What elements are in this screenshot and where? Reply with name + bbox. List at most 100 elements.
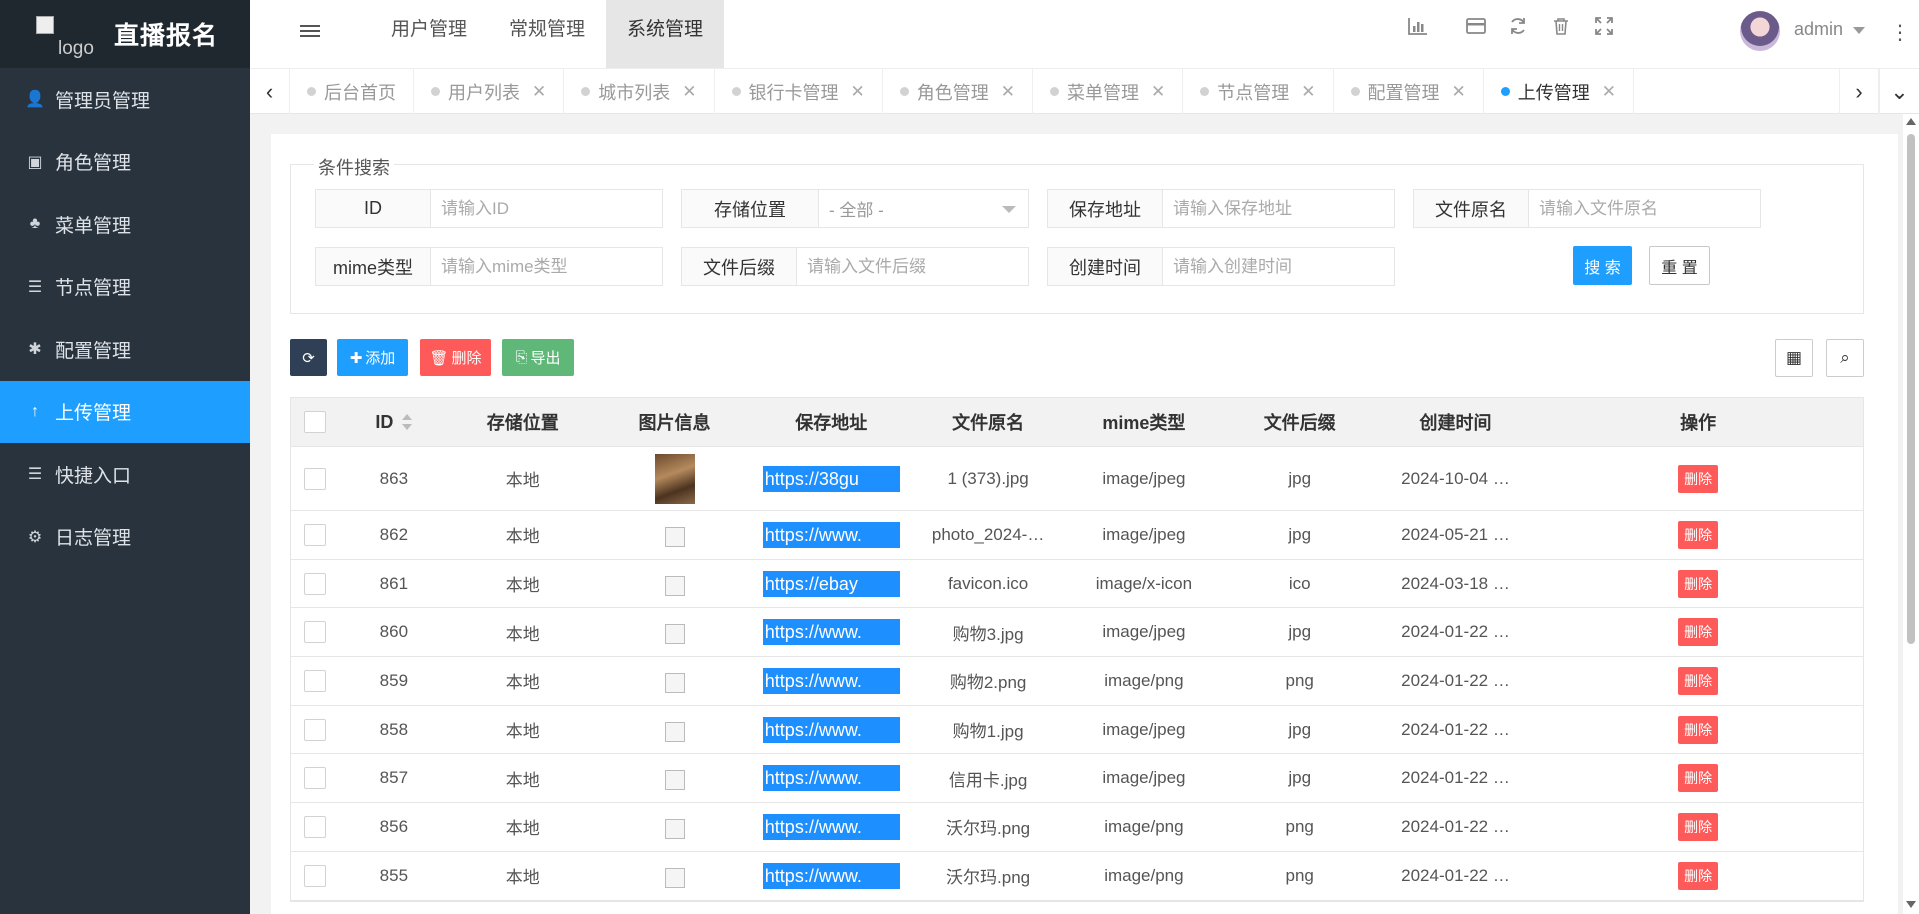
user-name[interactable]: admin [1794,19,1843,40]
id-input[interactable] [431,190,662,227]
row-delete-button[interactable]: 删除 [1678,569,1719,598]
close-icon[interactable]: ✕ [1452,82,1466,102]
sidebar-item-6[interactable]: ☰ 快捷入口 [0,443,250,506]
row-checkbox[interactable] [303,815,326,838]
header-id[interactable]: ID [339,398,449,446]
broken-image-icon[interactable] [664,526,685,547]
storage-select[interactable]: - 全部 - [819,190,1028,227]
ctime-input[interactable] [1163,248,1394,285]
close-icon[interactable]: ✕ [532,82,546,102]
scroll-down-arrow-icon[interactable] [1906,901,1916,908]
top-menu-general-management[interactable]: 常规管理 [488,0,606,68]
top-menu-user-management[interactable]: 用户管理 [370,0,488,68]
tabs-bar: ‹ 后台首页 用户列表 ✕ 城市列表 ✕ 银行卡管理 ✕ 角色管理 ✕ 菜单管理 ✕ 节点管理 ✕ 配置管… [250,68,1919,114]
tabs-menu-chevron-down-icon[interactable]: ⌄ [1879,69,1919,114]
tab-2[interactable]: 城市列表 ✕ [564,69,715,114]
sort-icon[interactable] [402,414,413,430]
ext-input[interactable] [797,248,1028,285]
fullscreen-icon[interactable] [1592,17,1616,41]
tab-4[interactable]: 角色管理 ✕ [883,69,1033,114]
sidebar-item-4[interactable]: ✱ 配置管理 [0,318,250,381]
broken-image-icon[interactable] [664,672,685,693]
tab-0[interactable]: 后台首页 [290,69,414,114]
row-delete-button[interactable]: 删除 [1678,764,1719,793]
thumbnail-image[interactable] [654,453,695,504]
url-link[interactable]: https://www. [762,765,900,792]
tab-6[interactable]: 节点管理 ✕ [1183,69,1334,114]
row-checkbox[interactable] [303,669,326,692]
row-delete-button[interactable]: 删除 [1678,464,1719,493]
close-icon[interactable]: ✕ [682,82,696,102]
row-checkbox[interactable] [303,864,326,887]
sidebar-item-2[interactable]: ♣ 菜单管理 [0,193,250,256]
tab-5[interactable]: 菜单管理 ✕ [1033,69,1184,114]
chevron-left-icon[interactable]: ‹ [250,69,290,114]
broken-image-icon[interactable] [664,867,685,888]
row-delete-button[interactable]: 删除 [1678,520,1719,549]
sidebar-item-3[interactable]: ☰ 节点管理 [0,256,250,319]
add-button[interactable]: ✚ 添加 [337,339,408,376]
url-link[interactable]: https://38gu [762,465,900,492]
url-input[interactable] [1163,190,1394,227]
close-icon[interactable]: ✕ [1301,82,1315,102]
url-link[interactable]: https://www. [762,667,900,694]
origname-input[interactable] [1529,190,1760,227]
row-checkbox[interactable] [303,767,326,790]
url-link[interactable]: https://ebay [762,570,900,597]
trash-icon[interactable] [1549,17,1573,41]
chart-icon[interactable] [1406,17,1430,41]
select-all-checkbox[interactable] [303,411,326,433]
row-checkbox[interactable] [303,467,326,490]
page-scrollbar[interactable] [1903,114,1919,914]
refresh-icon[interactable] [1506,17,1530,41]
tab-8[interactable]: 上传管理 ✕ [1484,69,1634,114]
row-delete-button[interactable]: 删除 [1678,861,1719,890]
row-delete-button[interactable]: 删除 [1678,715,1719,744]
credit-card-icon[interactable] [1464,17,1488,41]
row-checkbox[interactable] [303,621,326,644]
row-checkbox[interactable] [303,523,326,546]
broken-image-icon[interactable] [664,575,685,596]
top-menu-system-management[interactable]: 系统管理 [606,0,725,68]
sidebar-item-5[interactable]: ↑ 上传管理 [0,380,250,443]
close-icon[interactable]: ✕ [851,82,865,102]
reset-button[interactable]: 重 置 [1649,246,1710,285]
url-link[interactable]: https://www. [762,619,900,646]
close-icon[interactable]: ✕ [1151,82,1165,102]
url-link[interactable]: https://www. [762,862,900,889]
row-delete-button[interactable]: 删除 [1678,666,1719,695]
row-checkbox[interactable] [303,572,326,595]
tab-1[interactable]: 用户列表 ✕ [414,69,565,114]
columns-filter-button[interactable]: ▦ [1775,339,1813,377]
mime-input[interactable] [431,248,662,285]
close-icon[interactable]: ✕ [1602,82,1616,102]
broken-image-icon[interactable] [664,721,685,742]
close-icon[interactable]: ✕ [1001,82,1015,102]
scrollbar-thumb[interactable] [1907,134,1915,644]
broken-image-icon[interactable] [664,818,685,839]
chevron-down-icon[interactable] [1853,27,1865,34]
row-checkbox[interactable] [303,718,326,741]
sidebar-item-0[interactable]: 👤 管理员管理 [0,68,250,131]
search-button[interactable]: 搜 索 [1573,246,1632,285]
more-vertical-icon[interactable]: ⋮ [1890,20,1910,45]
sidebar-toggle-icon[interactable] [300,22,320,42]
row-delete-button[interactable]: 删除 [1678,812,1719,841]
url-link[interactable]: https://www. [762,813,900,840]
refresh-table-button[interactable]: ⟳ [290,339,327,376]
broken-image-icon[interactable] [664,770,685,791]
row-delete-button[interactable]: 删除 [1678,618,1719,647]
export-button[interactable]: ⎘ 导出 [502,339,574,376]
sidebar-item-7[interactable]: ⚙ 日志管理 [0,506,250,569]
avatar[interactable] [1740,11,1780,51]
url-link[interactable]: https://www. [762,716,900,743]
sidebar-item-1[interactable]: ▣ 角色管理 [0,131,250,194]
delete-button[interactable]: 🗑 删除 [420,339,491,376]
scroll-up-arrow-icon[interactable] [1906,118,1916,125]
chevron-right-icon[interactable]: › [1839,69,1879,114]
url-link[interactable]: https://www. [762,521,900,548]
table-search-button[interactable]: ⌕ [1826,339,1864,377]
broken-image-icon[interactable] [664,624,685,645]
tab-3[interactable]: 银行卡管理 ✕ [715,69,883,114]
tab-7[interactable]: 配置管理 ✕ [1334,69,1484,114]
